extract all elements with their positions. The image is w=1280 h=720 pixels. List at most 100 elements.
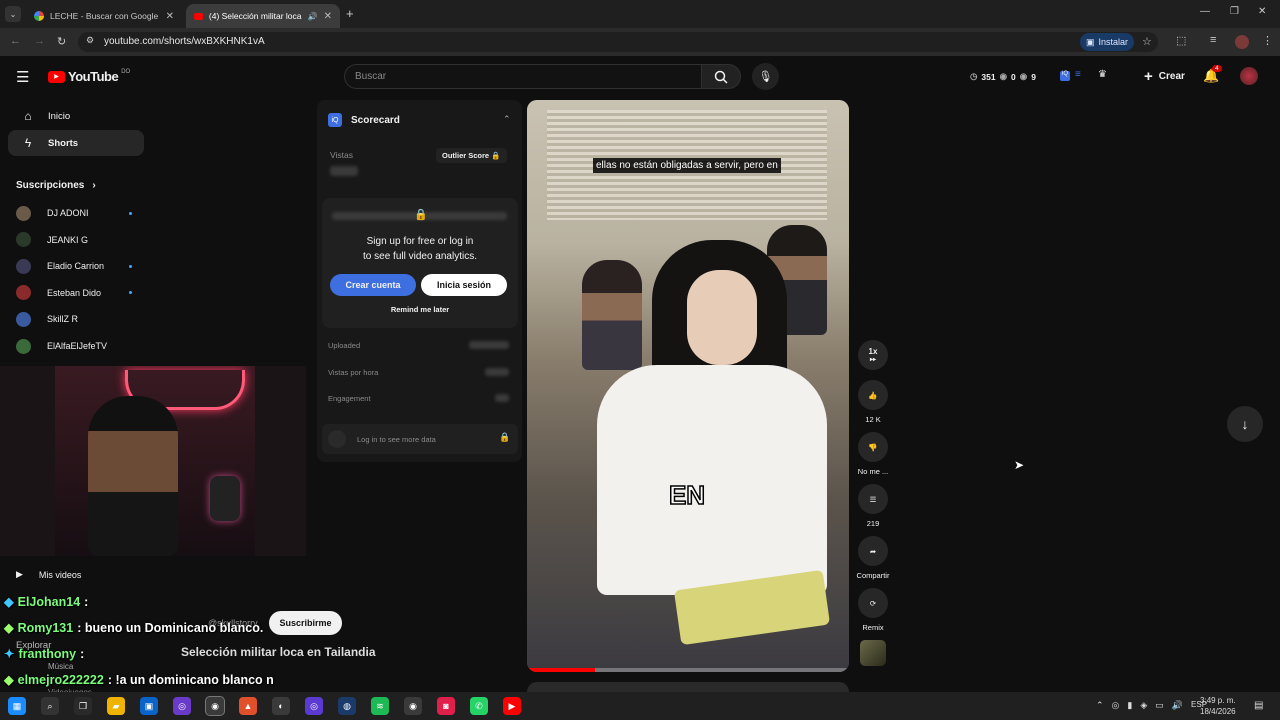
tray-icon[interactable]: ◈ (1140, 700, 1147, 711)
remix-icon: ⟳ (858, 588, 888, 618)
sidebar-item-inicio[interactable]: ⌂ Inicio (8, 103, 144, 129)
close-window-icon[interactable]: ✕ (1258, 6, 1266, 17)
collapse-chevron-icon[interactable]: ⌃ (503, 114, 511, 125)
app-icon[interactable]: ◎ (173, 697, 191, 715)
comment-icon: ☰ (858, 484, 888, 514)
reload-icon[interactable]: ↻ (57, 35, 66, 48)
forward-icon[interactable]: → (34, 35, 45, 47)
channel-avatar (16, 311, 31, 327)
progress-bar[interactable] (527, 668, 849, 672)
crear-cuenta-button[interactable]: Crear cuenta (330, 274, 416, 296)
trophy-icon[interactable]: ♛ (1098, 69, 1107, 80)
voice-search-button[interactable]: 🎙 (752, 63, 779, 90)
address-bar[interactable]: ⚙ youtube.com/shorts/wxBXKHNK1vA ▣ Instal… (78, 32, 1158, 52)
subscription-item[interactable]: ElAlfaElJefeTV (16, 336, 136, 356)
fast-forward-icon: ▸▸ (869, 357, 877, 363)
engagement-label: Engagement (328, 394, 371, 403)
vistas-hora-value-blurred (485, 368, 509, 376)
chat-username: franthony (18, 646, 77, 661)
dislike-button[interactable]: 👎 No me ... (856, 432, 890, 476)
extension-stats[interactable]: ◷ 351 ◉ 0 ◉ 9 (970, 71, 1036, 82)
short-title[interactable]: Selección militar loca en Tailandia (181, 645, 376, 659)
chrome-icon[interactable]: ◉ (205, 696, 225, 716)
subscribe-button[interactable]: Suscribirme (269, 611, 342, 635)
store-icon[interactable]: ▣ (140, 697, 158, 715)
subscriptions-header[interactable]: Suscripciones › (16, 180, 96, 191)
media-control-icon[interactable]: ≡ (1210, 34, 1216, 46)
shorts-icon: ϟ (24, 136, 32, 150)
create-button[interactable]: + Crear (1134, 64, 1195, 88)
search-input[interactable]: Buscar (344, 64, 702, 89)
audio-icon[interactable]: 🔊 (308, 12, 318, 21)
next-video-button[interactable]: ↓ (1227, 406, 1263, 442)
back-icon[interactable]: ← (10, 35, 21, 47)
remix-button[interactable]: ⟳ Remix (856, 588, 890, 632)
tab-google[interactable]: LECHE - Buscar con Google ✕ (26, 4, 182, 28)
close-tab-icon[interactable]: ✕ (324, 11, 332, 22)
login-more-row[interactable]: Log in to see more data 🔒 (322, 424, 518, 454)
channel-name: ElAlfaElJefeTV (47, 341, 108, 351)
remind-later-link[interactable]: Remind me later (322, 305, 518, 314)
subscription-item[interactable]: Eladio Carrion (16, 256, 136, 276)
tray-icon[interactable]: ◎ (1112, 700, 1120, 711)
brave-icon[interactable]: ▲ (239, 697, 257, 715)
share-button[interactable]: ➦ Compartir (850, 536, 896, 580)
sidebar-item-mis-videos[interactable]: ▶ Mis videos (16, 569, 81, 580)
search-taskbar-icon[interactable]: ⌕ (41, 697, 59, 715)
clock[interactable]: 3:49 p. m. 18/4/2026 (1200, 695, 1236, 717)
app-icon[interactable]: ◙ (437, 697, 455, 715)
subscription-item[interactable]: Esteban Dido (16, 283, 136, 303)
install-button[interactable]: ▣ Instalar (1080, 33, 1135, 51)
hamburger-menu-icon[interactable]: ☰ (16, 68, 29, 86)
short-video-player[interactable]: ellas no están obligadas a servir, pero … (527, 100, 849, 672)
app-icon[interactable]: ◉ (404, 697, 422, 715)
chevron-up-icon[interactable]: ⌃ (1096, 700, 1104, 711)
account-avatar[interactable] (1240, 67, 1258, 85)
network-icon[interactable]: ▭ (1155, 700, 1164, 711)
outlier-score-badge[interactable]: Outlier Score 🔒 (436, 148, 507, 163)
tab-youtube[interactable]: (4) Selección militar loca en 🔊 ✕ (186, 4, 340, 28)
tray-icon[interactable]: ▮ (1127, 700, 1132, 711)
restore-icon[interactable]: ❐ (1230, 6, 1239, 17)
whatsapp-icon[interactable]: ✆ (470, 697, 488, 715)
profile-avatar[interactable] (1235, 35, 1249, 49)
youtube-play-icon: ▶ (48, 70, 65, 83)
browser-menu-icon[interactable]: ⋮ (1262, 34, 1273, 47)
volume-icon[interactable]: 🔊 (1172, 700, 1183, 711)
like-button[interactable]: 👍 12 K (856, 380, 890, 424)
inicia-sesion-button[interactable]: Inicia sesión (421, 274, 507, 296)
comments-button[interactable]: ☰ 219 (856, 484, 890, 528)
close-tab-icon[interactable]: ✕ (166, 11, 174, 22)
sound-thumbnail[interactable] (860, 640, 886, 666)
lock-icon: 🔒 (414, 209, 428, 221)
app-icon[interactable]: ◎ (305, 697, 323, 715)
obs-icon[interactable]: ◐ (272, 697, 290, 715)
vidiq-icon[interactable]: iQ (1060, 71, 1070, 81)
new-tab-button[interactable]: + (346, 6, 354, 21)
search-button[interactable] (701, 64, 741, 89)
tab-list-button[interactable]: ⌄ (5, 6, 21, 22)
sidebar-item-musica[interactable]: Música (48, 662, 73, 671)
start-icon[interactable]: ▦ (8, 697, 26, 715)
subscription-item[interactable]: JEANKI G (16, 230, 136, 250)
notifications-button[interactable]: 🔔 4 (1203, 65, 1222, 84)
subscription-item[interactable]: DJ ADONI (16, 203, 136, 223)
minimize-icon[interactable]: — (1200, 6, 1210, 17)
tab-label: (4) Selección militar loca en (208, 11, 302, 21)
list-icon[interactable]: ≡ (1075, 69, 1081, 80)
spotify-icon[interactable]: ≋ (371, 697, 389, 715)
windows-taskbar (0, 692, 1280, 720)
site-info-icon[interactable]: ⚙ (86, 35, 94, 46)
eye-icon: ◉ (999, 71, 1008, 81)
subscription-item[interactable]: SkillZ R (16, 309, 136, 329)
extensions-icon[interactable]: ⬚ (1176, 34, 1186, 47)
speed-button[interactable]: 1x ▸▸ (856, 340, 890, 375)
youtube-icon[interactable]: ▶ (503, 697, 521, 715)
sidebar-item-shorts[interactable]: ϟ Shorts (8, 130, 144, 156)
youtube-logo[interactable]: ▶ YouTube DO (48, 69, 130, 84)
file-explorer-icon[interactable]: ▰ (107, 697, 125, 715)
steam-icon[interactable]: ◍ (338, 697, 356, 715)
notification-center-icon[interactable]: ▤ (1254, 700, 1263, 711)
task-view-icon[interactable]: ❐ (74, 697, 92, 715)
bookmark-star-icon[interactable]: ☆ (1142, 35, 1152, 48)
